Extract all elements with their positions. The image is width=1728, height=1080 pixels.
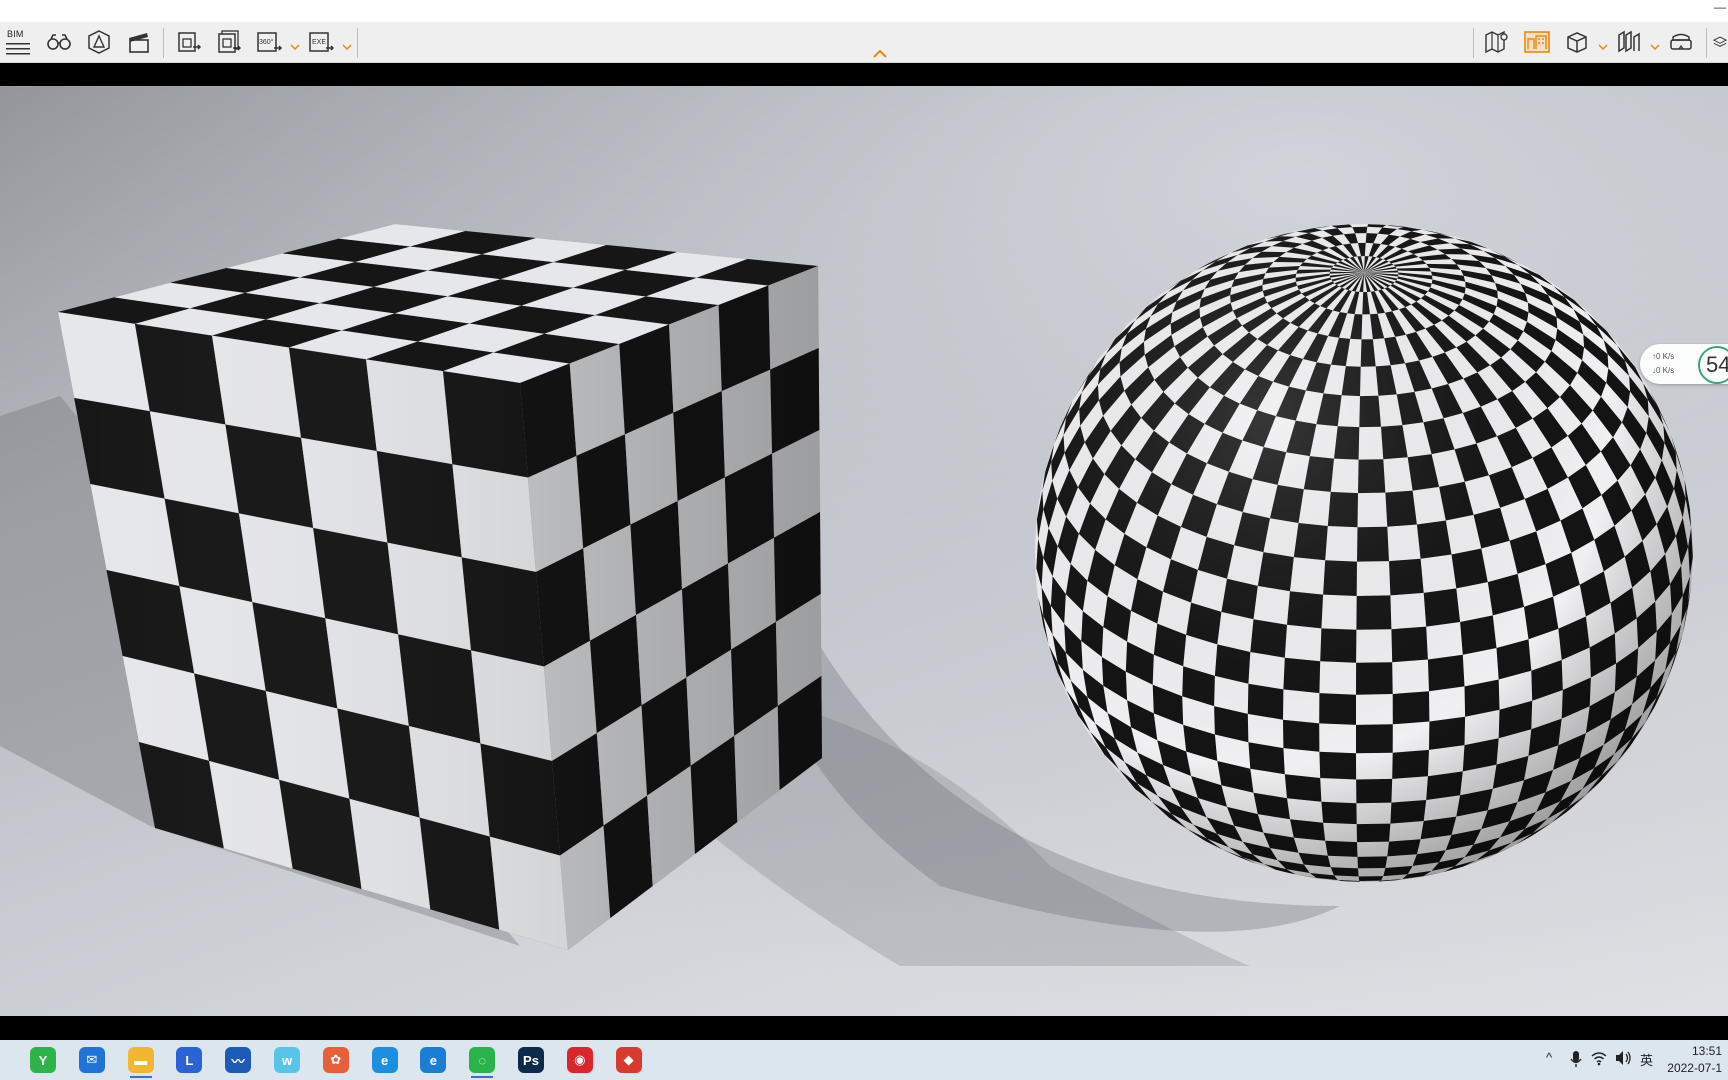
microphone-icon[interactable] (1570, 1050, 1582, 1071)
ie-browser-icon[interactable]: e (370, 1045, 400, 1075)
section-dropdown-chevron-icon[interactable] (1650, 38, 1660, 51)
3d-viewport[interactable]: ↑0 K/s ↓0 K/s 54 (0, 86, 1728, 1016)
w-app-icon-glyph: w (274, 1047, 300, 1073)
blue-l-app-icon[interactable]: L (174, 1045, 204, 1075)
chart-app-icon-glyph: 〰 (225, 1047, 252, 1073)
windows-taskbar: Y ✉ ▬ L 〰 w ✿ e e ◌ Ps ◉ ◆ ^ 英 13:51 2022-07-1 (0, 1040, 1728, 1080)
viewport-top-border (0, 63, 1728, 86)
toolbar-divider (1473, 28, 1474, 58)
tray-chevron-up-icon[interactable]: ^ (1546, 1050, 1552, 1065)
colorful-app-icon[interactable]: ✿ (321, 1045, 351, 1075)
minimize-button[interactable]: — (1714, 0, 1726, 14)
running-indicator (129, 1076, 152, 1078)
clock-date: 2022-07-1 (1667, 1061, 1722, 1075)
photoshop-icon-glyph: Ps (518, 1047, 544, 1073)
window-titlebar: — (0, 0, 1728, 22)
export-360-icon[interactable]: 360° (254, 28, 284, 56)
export-exe-icon[interactable]: EXE (306, 28, 336, 56)
taskbar-clock[interactable]: 13:51 2022-07-1 (1652, 1043, 1722, 1077)
map-pin-icon[interactable] (1482, 28, 1512, 56)
mail-icon-glyph: ✉ (78, 1047, 105, 1073)
wechat-icon[interactable]: ◌ (467, 1045, 497, 1078)
sketchup-icon-glyph: ◆ (615, 1047, 642, 1073)
netease-music-icon-glyph: ◉ (566, 1047, 593, 1073)
blue-l-app-icon-glyph: L (176, 1047, 203, 1073)
edge-browser-icon-glyph: e (420, 1047, 447, 1073)
export-image-icon[interactable] (174, 28, 204, 56)
hamburger-menu-icon[interactable] (6, 42, 30, 56)
section-icon[interactable] (1614, 28, 1644, 56)
green-app-icon[interactable]: Y (28, 1045, 58, 1075)
3d-scene (0, 86, 1728, 1016)
memory-percent-badge: 54 (1698, 346, 1728, 384)
colorful-app-icon-glyph: ✿ (322, 1047, 349, 1073)
netease-music-icon[interactable]: ◉ (565, 1045, 595, 1075)
bim-label: BIM (7, 29, 24, 39)
sketchup-icon[interactable]: ◆ (614, 1045, 644, 1075)
upload-rate: ↑0 K/s (1652, 352, 1675, 361)
pyramid-icon[interactable] (84, 28, 114, 56)
collapse-toolbar-chevron-up-icon[interactable] (872, 46, 888, 58)
main-toolbar: BIM 360° EXE (0, 22, 1728, 63)
photoshop-icon[interactable]: Ps (516, 1045, 546, 1075)
file-explorer-icon-glyph: ▬ (127, 1047, 154, 1073)
building-icon[interactable] (1522, 28, 1552, 56)
toolbar-divider (357, 28, 358, 58)
edge-browser-icon[interactable]: e (418, 1045, 448, 1075)
export-360-dropdown-chevron-icon[interactable] (290, 38, 300, 51)
viewport-bottom-border (0, 1016, 1728, 1040)
w-app-icon[interactable]: w (272, 1045, 302, 1075)
mail-icon[interactable]: ✉ (77, 1045, 107, 1075)
export-batch-icon[interactable] (214, 28, 244, 56)
binoculars-icon[interactable] (44, 28, 74, 56)
running-indicator (471, 1076, 494, 1078)
clapperboard-icon[interactable] (124, 28, 154, 56)
download-rate: ↓0 K/s (1652, 366, 1675, 375)
cube-icon[interactable] (1562, 28, 1592, 56)
wechat-icon-glyph: ◌ (469, 1047, 496, 1073)
ie-browser-icon-glyph: e (371, 1047, 398, 1073)
export-exe-dropdown-chevron-icon[interactable] (342, 38, 352, 51)
cube-dropdown-chevron-icon[interactable] (1598, 38, 1608, 51)
wifi-icon[interactable] (1591, 1050, 1607, 1069)
volume-icon[interactable] (1614, 1050, 1632, 1069)
svg-text:EXE: EXE (312, 39, 326, 46)
file-explorer-icon[interactable]: ▬ (126, 1045, 156, 1078)
layers-icon[interactable] (1712, 28, 1728, 56)
toolbar-divider (1706, 28, 1707, 58)
toolbar-divider (163, 28, 164, 58)
green-app-icon-glyph: Y (30, 1047, 56, 1073)
chart-app-icon[interactable]: 〰 (223, 1045, 253, 1075)
vr-headset-icon[interactable] (1666, 28, 1696, 56)
clock-time: 13:51 (1691, 1044, 1722, 1058)
svg-text:360°: 360° (259, 38, 274, 46)
network-speed-widget[interactable]: ↑0 K/s ↓0 K/s 54 (1640, 344, 1728, 384)
